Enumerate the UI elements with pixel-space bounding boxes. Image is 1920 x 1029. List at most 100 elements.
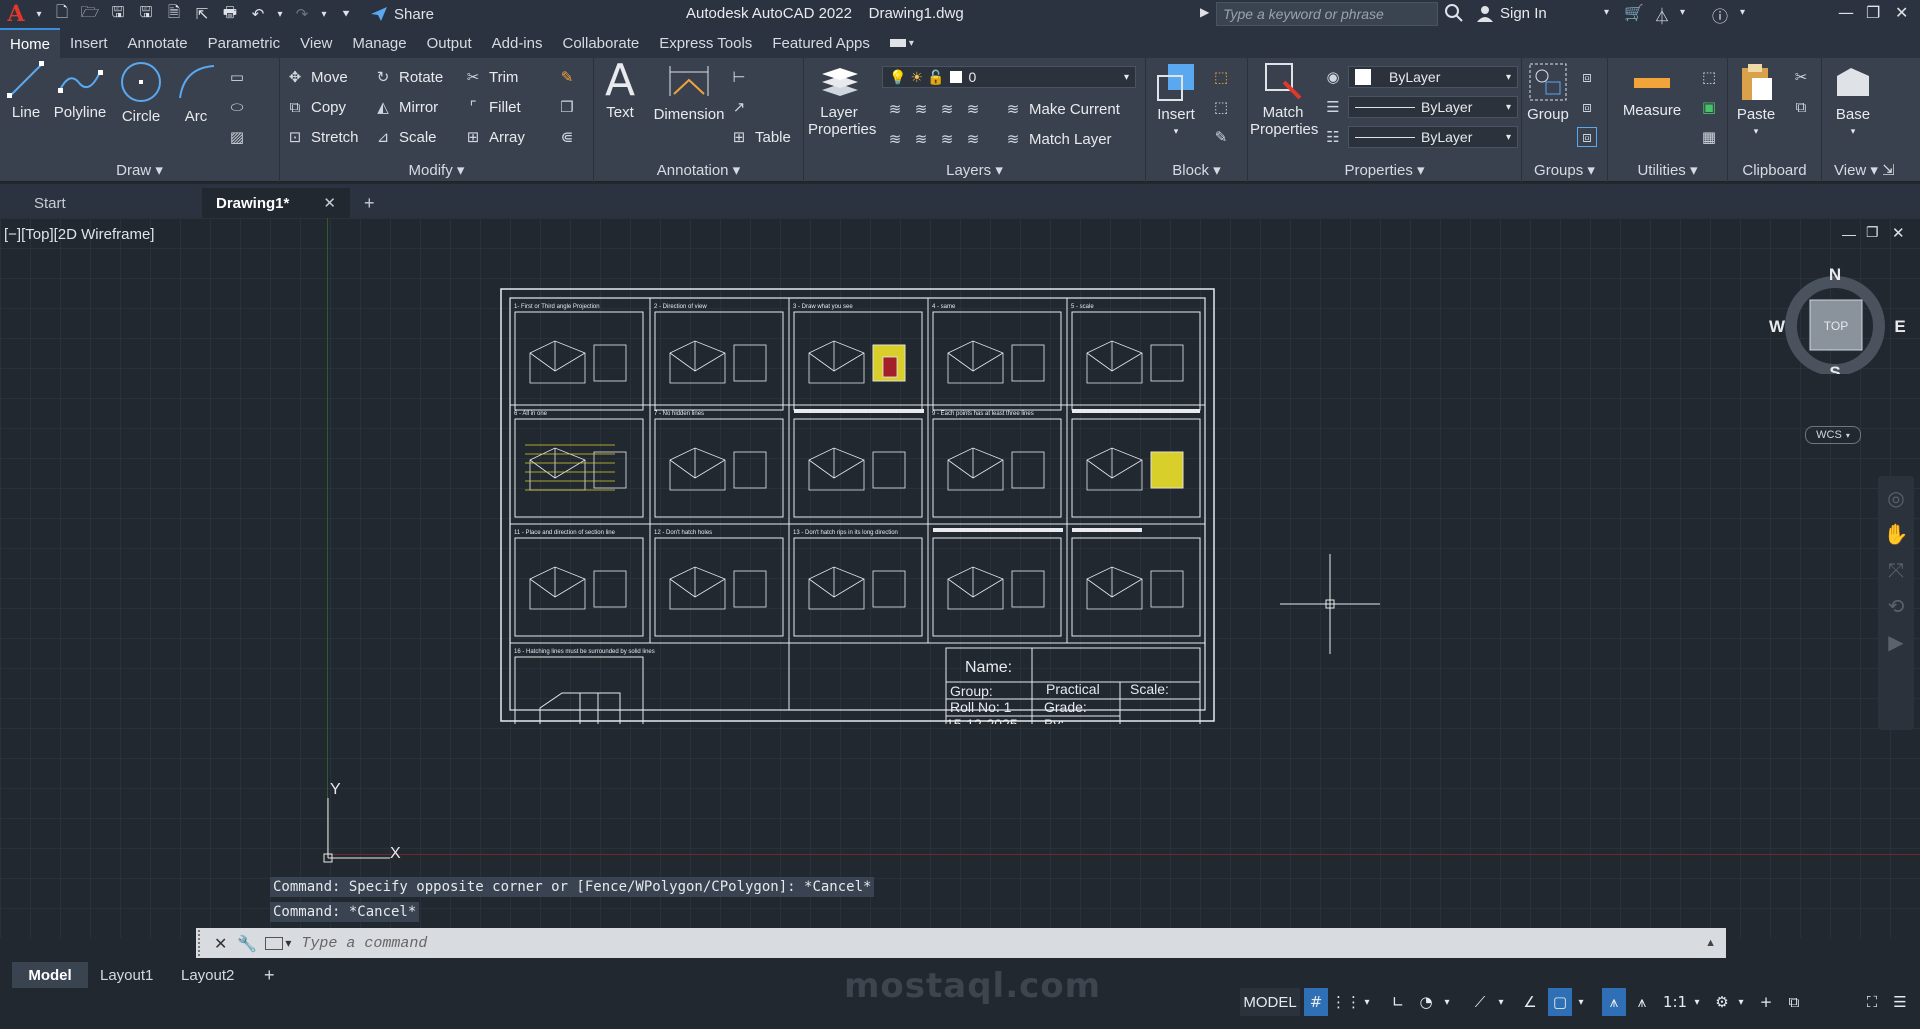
help-dropdown-icon[interactable]: ▾ (1740, 7, 1745, 18)
polyline-button[interactable]: Polyline (52, 60, 108, 121)
customize-wrench-icon[interactable]: 🔧 (237, 934, 257, 953)
new-file-icon[interactable]: 🗋 (52, 3, 72, 23)
draw-panel-title[interactable]: Draw ▾ (0, 161, 279, 179)
viewport-close-icon[interactable]: ✕ (1892, 224, 1905, 242)
tab-home[interactable]: Home (0, 28, 61, 58)
layer-lock-icon[interactable]: ≋ (964, 100, 982, 118)
explode-icon[interactable]: ❒ (558, 98, 576, 116)
ungroup-icon[interactable]: ⧈ (1578, 68, 1596, 86)
minimize-icon[interactable]: — (1838, 3, 1854, 22)
tab-add-ins[interactable]: Add-ins (482, 28, 553, 58)
viewport-minimize-icon[interactable]: — (1842, 226, 1856, 242)
rectangle-icon[interactable]: ▭ (228, 68, 246, 86)
viewport-controls[interactable]: [−][Top][2D Wireframe] (4, 226, 154, 243)
group-edit-icon[interactable]: ⧈ (1578, 98, 1596, 116)
command-line[interactable]: ✕ 🔧 ▾ Type a command ▲ (196, 928, 1726, 958)
annotation-monitor-icon[interactable]: + (1754, 988, 1778, 1016)
layers-panel-title[interactable]: Layers ▾ (804, 161, 1145, 179)
tab-featured-apps[interactable]: Featured Apps (762, 28, 880, 58)
tab-insert[interactable]: Insert (60, 28, 118, 58)
recent-commands-button[interactable]: ▾ (265, 936, 291, 950)
object-snap-tracking-icon[interactable]: ∠ (1518, 988, 1542, 1016)
osnap-dropdown-icon[interactable]: ▾ (1574, 988, 1588, 1016)
layer-unisolate-icon[interactable]: ≋ (912, 130, 930, 148)
layout2-tab[interactable]: Layout2 (181, 962, 234, 988)
search-expand-icon[interactable]: ▶ (1200, 5, 1209, 19)
viewport-restore-icon[interactable]: ❐ (1866, 224, 1879, 241)
drawing-tab[interactable]: Drawing1* ✕ (202, 188, 350, 218)
table-button[interactable]: ⊞ Table (730, 128, 791, 146)
linetype-icon[interactable]: ☷ (1324, 128, 1342, 146)
plot-icon[interactable]: 🖶 (220, 3, 240, 23)
layer-thaw-icon[interactable]: ≋ (938, 130, 956, 148)
offset-icon[interactable]: ⋐ (558, 128, 576, 146)
autodesk-app-icon[interactable]: ⏃ (1654, 3, 1670, 27)
clean-screen-icon[interactable]: ⛶ (1860, 988, 1884, 1016)
customization-menu-icon[interactable]: ☰ (1888, 988, 1912, 1016)
make-current-button[interactable]: ≋ Make Current (1004, 100, 1120, 118)
sign-in-button[interactable]: Sign In (1476, 4, 1547, 22)
fillet-button[interactable]: ⌜ Fillet (464, 98, 520, 116)
move-button[interactable]: ✥ Move (286, 68, 348, 86)
hatch-icon[interactable]: ▨ (228, 128, 246, 146)
tab-express-tools[interactable]: Express Tools (649, 28, 762, 58)
compass-east[interactable]: E (1894, 317, 1905, 336)
help-icon[interactable]: ⓘ (1712, 3, 1728, 27)
isodraft-dropdown-icon[interactable]: ▾ (1494, 988, 1508, 1016)
workspace-dropdown-icon[interactable]: ▾ (1734, 988, 1748, 1016)
units-icon[interactable]: ⧉ (1782, 988, 1806, 1016)
edit-block-icon[interactable]: ⬚ (1212, 98, 1230, 116)
block-panel-title[interactable]: Block ▾ (1146, 161, 1247, 179)
viewcube[interactable]: TOP N S E W (1760, 264, 1910, 374)
save-web-icon[interactable]: ⇱ (192, 5, 212, 23)
open-folder-icon[interactable]: 🗁 (80, 3, 100, 23)
model-space-button[interactable]: MODEL (1240, 988, 1300, 1016)
undo-dropdown-icon[interactable]: ▾ (276, 5, 284, 23)
compass-north[interactable]: N (1829, 265, 1841, 284)
color-dropdown[interactable]: ByLayer ▾ (1348, 66, 1518, 88)
tab-parametric[interactable]: Parametric (198, 28, 291, 58)
copy-clip-icon[interactable]: ⧉ (1792, 98, 1810, 116)
view-panel-title[interactable]: View ▾ ⇲ (1822, 161, 1920, 179)
new-tab-button[interactable]: + (350, 188, 389, 218)
tab-annotate[interactable]: Annotate (118, 28, 198, 58)
stretch-button[interactable]: ⊡ Stretch (286, 128, 359, 146)
select-all-icon[interactable]: ▣ (1700, 98, 1718, 116)
app-dropdown-icon[interactable]: ▾ (1680, 7, 1685, 18)
linetype-dropdown[interactable]: ByLayer ▾ (1348, 96, 1518, 118)
save-icon[interactable]: 🖫 (108, 3, 128, 23)
ribbon-options-button[interactable]: ▾ (880, 28, 924, 58)
object-snap-icon[interactable]: ▢ (1548, 988, 1572, 1016)
layer-off-icon[interactable]: ≋ (886, 100, 904, 118)
add-layout-button[interactable]: + (264, 962, 275, 988)
annotation-panel-title[interactable]: Annotation ▾ (594, 161, 803, 179)
annotation-visibility-icon[interactable]: ⩚ (1602, 988, 1626, 1016)
pan-hand-icon[interactable]: ✋ (1884, 522, 1909, 546)
customize-toolbar-icon[interactable]: ⯆ (336, 5, 356, 23)
create-block-icon[interactable]: ⬚ (1212, 68, 1230, 86)
edit-attributes-icon[interactable]: ✎ (1212, 128, 1230, 146)
redo-dropdown-icon[interactable]: ▾ (320, 5, 328, 23)
leader-icon[interactable]: ↗ (730, 98, 748, 116)
showmotion-icon[interactable]: ▶ (1888, 630, 1903, 654)
paste-button[interactable]: Paste ▾ (1732, 62, 1780, 140)
groups-panel-title[interactable]: Groups ▾ (1522, 161, 1607, 179)
text-button[interactable]: A Text (602, 58, 638, 122)
annotation-scale-button[interactable]: 1:1 (1660, 988, 1690, 1016)
restore-icon[interactable]: ❐ (1866, 3, 1880, 22)
zoom-extents-icon[interactable]: ⤧ (1888, 558, 1904, 582)
trim-button[interactable]: ✂ Trim (464, 68, 519, 86)
tab-collaborate[interactable]: Collaborate (552, 28, 649, 58)
share-button[interactable]: Share (370, 6, 434, 23)
array-button[interactable]: ⊞ Array (464, 128, 525, 146)
layer-properties-button[interactable]: Layer Properties (808, 62, 876, 138)
command-input[interactable]: Type a command (301, 935, 427, 952)
properties-panel-title[interactable]: Properties ▾ (1248, 161, 1521, 179)
color-wheel-icon[interactable]: ◉ (1324, 68, 1342, 86)
lineweight-icon[interactable]: ☰ (1324, 98, 1342, 116)
calculator-icon[interactable]: ▦ (1700, 128, 1718, 146)
arc-button[interactable]: Arc (174, 60, 218, 125)
wcs-menu[interactable]: WCS ▾ (1805, 426, 1861, 444)
cart-icon[interactable]: 🛒 (1624, 3, 1644, 22)
layer-freeze-icon[interactable]: ≋ (938, 100, 956, 118)
